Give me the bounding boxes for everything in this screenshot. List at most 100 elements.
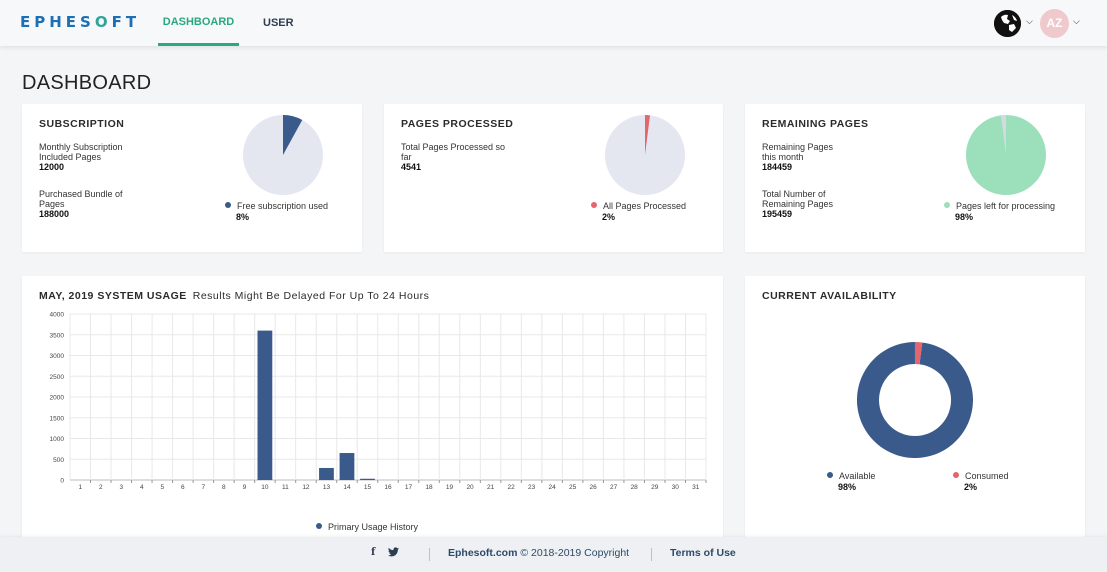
purchased-bundle-value: 188000 [39, 209, 70, 219]
y-tick-label: 1000 [50, 436, 65, 443]
page-title: DASHBOARD [22, 72, 152, 94]
x-tick-label: 18 [425, 484, 433, 491]
y-tick-label: 1500 [50, 415, 65, 422]
remaining-pages-title: REMAINING PAGES [762, 118, 869, 130]
consumed-legend-pct: 2% [964, 482, 978, 492]
x-tick-label: 7 [202, 484, 206, 491]
x-tick-label: 31 [692, 484, 700, 491]
legend-dot [225, 202, 231, 208]
avatar[interactable]: AZ [1040, 9, 1069, 38]
current-availability-title: CURRENT AVAILABILITY [762, 290, 897, 302]
subscription-legend-pct: 8% [236, 212, 250, 222]
available-legend: Available [827, 471, 875, 481]
twitter-icon[interactable] [388, 547, 399, 560]
ephesoft-logo[interactable]: EPHESOFT [20, 13, 140, 31]
x-tick-label: 27 [610, 484, 618, 491]
x-tick-label: 26 [590, 484, 598, 491]
x-tick-label: 8 [222, 484, 226, 491]
x-tick-label: 17 [405, 484, 413, 491]
system-usage-bar-chart: 050010001500200025003000350040001 2 3 4 5 6 7 8… [50, 312, 707, 491]
system-usage-title: MAY, 2019 SYSTEM USAGE Results Might Be D… [39, 290, 430, 302]
pages-processed-title: PAGES PROCESSED [401, 118, 514, 130]
legend-dot [591, 202, 597, 208]
pages-processed-card: PAGES PROCESSED Total Pages Processed so… [384, 104, 723, 252]
remaining-this-month-label: Remaining Pages this month [762, 142, 834, 162]
x-tick-label: 28 [631, 484, 639, 491]
terms-of-use-link[interactable]: Terms of Use [670, 547, 736, 559]
x-tick-label: 19 [446, 484, 454, 491]
current-availability-card: CURRENT AVAILABILITY Available 98% Consu… [745, 276, 1085, 537]
x-tick-label: 11 [282, 484, 289, 491]
y-tick-label: 3000 [50, 353, 65, 360]
footer-copyright: Ephesoft.com © 2018-2019 Copyright [448, 547, 630, 559]
remaining-this-month-value: 184459 [762, 162, 793, 172]
x-tick-label: 25 [569, 484, 577, 491]
available-legend-pct: 98% [838, 482, 857, 492]
x-tick-label: 21 [487, 484, 495, 491]
system-usage-subtitle: Results Might Be Delayed For Up To 24 Ho… [192, 290, 430, 302]
x-tick-label: 20 [466, 484, 474, 491]
total-remaining-value: 195459 [762, 209, 793, 219]
tab-user[interactable]: USER [263, 0, 294, 46]
x-tick-label: 24 [549, 484, 557, 491]
monthly-subscription-label: Monthly Subscription Included Pages [39, 142, 123, 162]
tab-dashboard[interactable]: DASHBOARD [158, 0, 239, 46]
availability-donut-chart [856, 342, 973, 458]
y-tick-label: 4000 [50, 312, 65, 319]
facebook-icon[interactable]: f [371, 547, 375, 558]
x-tick-label: 9 [243, 484, 247, 491]
donut-available-slice [856, 342, 973, 458]
monthly-subscription-value: 12000 [39, 162, 65, 172]
x-tick-label: 10 [261, 484, 269, 491]
remaining-pages-legend: Pages left for processing [944, 201, 1055, 211]
pages-processed-pie-chart [605, 115, 685, 195]
footer: f Ephesoft.com © 2018-2019 Copyright Ter… [0, 537, 1107, 572]
purchased-bundle-label: Purchased Bundle of Pages [39, 189, 123, 209]
pages-processed-legend-pct: 2% [602, 212, 616, 222]
top-navigation-bar: EPHESOFT DASHBOARD USER ⌵ AZ ⌵ [0, 0, 1107, 46]
y-tick-label: 0 [60, 478, 64, 485]
x-tick-label: 1 [78, 484, 82, 491]
legend-dot [827, 472, 833, 478]
y-tick-label: 3500 [50, 332, 65, 339]
bar-day-14[interactable] [339, 453, 355, 480]
bar-day-13[interactable] [319, 467, 334, 480]
language-chevron-down-icon[interactable]: ⌵ [1026, 16, 1033, 27]
total-remaining-label: Total Number of Remaining Pages [762, 189, 834, 209]
system-usage-card: MAY, 2019 SYSTEM USAGE Results Might Be D… [22, 276, 723, 537]
subscription-title: SUBSCRIPTION [39, 118, 125, 130]
legend-dot [316, 523, 322, 529]
y-tick-label: 2000 [50, 395, 65, 402]
footer-divider [429, 548, 430, 561]
x-tick-label: 30 [672, 484, 680, 491]
consumed-legend: Consumed [953, 471, 1009, 481]
globe-icon[interactable] [994, 10, 1021, 37]
remaining-pages-pie-chart [966, 115, 1046, 195]
remaining-pages-legend-pct: 98% [955, 212, 974, 222]
legend-dot [953, 472, 959, 478]
x-tick-label: 23 [528, 484, 536, 491]
y-tick-label: 500 [53, 457, 64, 464]
remaining-pages-card: REMAINING PAGES Remaining Pages this mon… [745, 104, 1085, 252]
x-tick-label: 29 [651, 484, 659, 491]
footer-divider [651, 548, 652, 561]
bar-day-15[interactable] [360, 478, 375, 480]
x-tick-label: 16 [384, 484, 392, 491]
total-pages-processed-value: 4541 [401, 162, 422, 172]
x-tick-label: 15 [364, 484, 372, 491]
x-tick-label: 6 [181, 484, 185, 491]
total-pages-processed-label: Total Pages Processed so far [401, 142, 506, 162]
bar-day-10[interactable] [257, 330, 273, 480]
x-tick-label: 2 [99, 484, 103, 491]
x-tick-label: 14 [343, 484, 351, 491]
x-tick-label: 13 [323, 484, 331, 491]
subscription-pie-chart [243, 115, 323, 195]
account-chevron-down-icon[interactable]: ⌵ [1073, 16, 1080, 27]
x-tick-label: 4 [140, 484, 144, 491]
usage-legend: Primary Usage History [316, 522, 418, 532]
footer-site-link[interactable]: Ephesoft.com [448, 547, 517, 559]
y-tick-label: 2500 [50, 374, 65, 381]
subscription-legend: Free subscription used [225, 201, 328, 211]
subscription-card: SUBSCRIPTION Monthly Subscription Includ… [22, 104, 362, 252]
legend-dot [944, 202, 950, 208]
